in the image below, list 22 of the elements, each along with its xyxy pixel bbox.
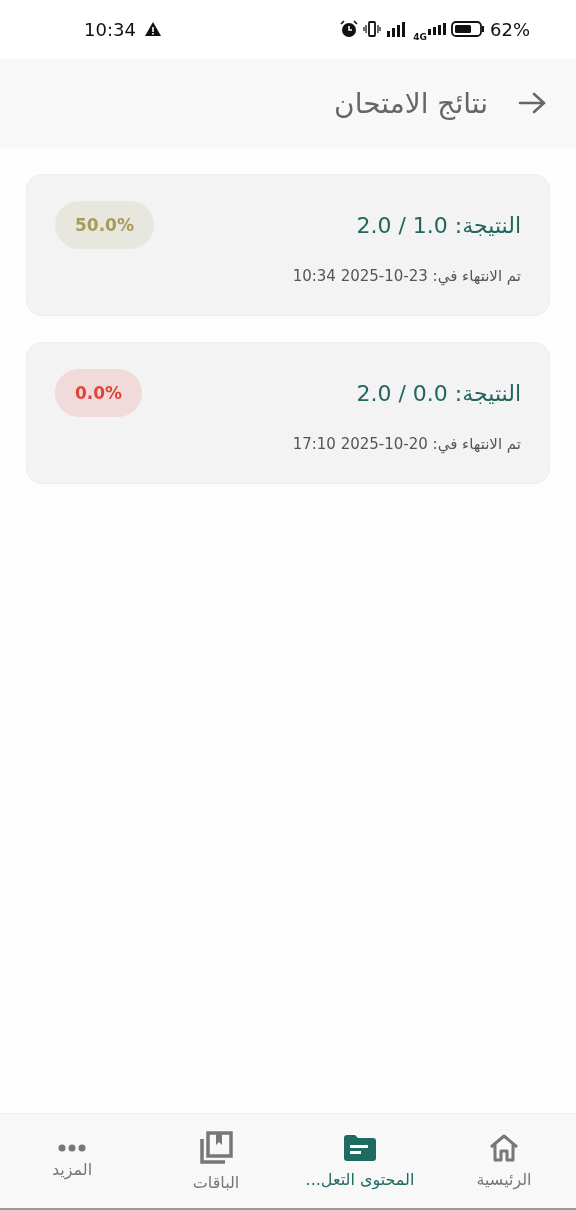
network-label: 4G — [413, 32, 427, 42]
status-time: 10:34 — [84, 18, 136, 40]
nav-tab[interactable]: الباقات — [144, 1114, 288, 1208]
percent-badge: 0.0% — [55, 369, 143, 417]
score-text: النتيجة: 1.0 / 2.0 — [356, 212, 521, 238]
bookmark-stack-icon — [199, 1130, 233, 1165]
back-arrow-icon[interactable] — [518, 91, 546, 115]
page-title: نتائج الامتحان — [334, 86, 488, 120]
home-icon — [488, 1133, 520, 1162]
nav-tab[interactable]: الرئيسية — [432, 1114, 576, 1208]
more-icon — [58, 1143, 86, 1152]
battery-icon — [451, 21, 485, 37]
battery-percent: 62% — [490, 18, 530, 40]
nav-tab[interactable]: المزيد — [0, 1114, 144, 1208]
warning-icon — [143, 21, 162, 37]
alarm-icon — [340, 20, 359, 38]
percent-badge: 50.0% — [55, 201, 154, 249]
nav-tab[interactable]: المحتوى التعل... — [288, 1114, 432, 1208]
folder-icon — [343, 1133, 377, 1162]
vibrate-icon — [363, 20, 382, 38]
score-text: النتيجة: 0.0 / 2.0 — [356, 380, 521, 406]
signal-icon — [428, 23, 446, 35]
